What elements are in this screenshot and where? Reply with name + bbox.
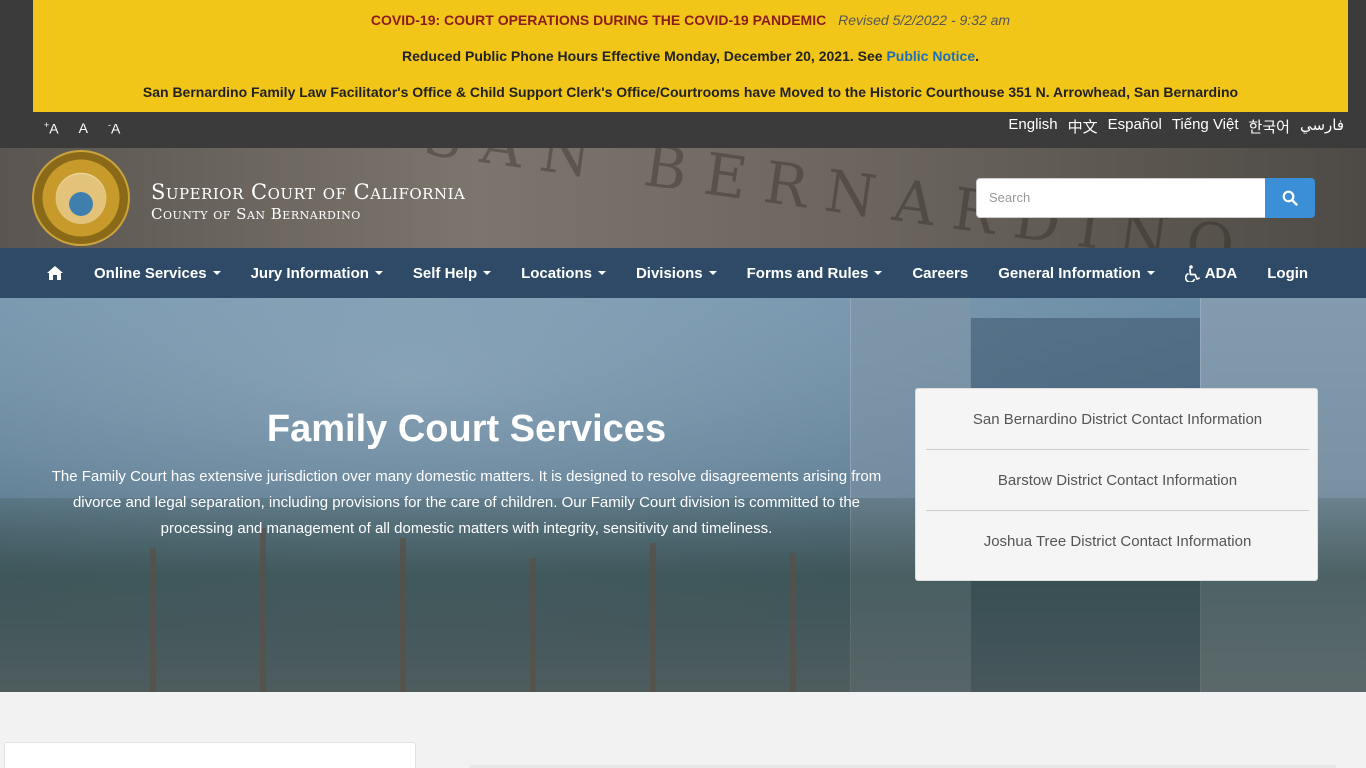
sidebar-panel (4, 742, 416, 768)
nav-ada[interactable]: ADA (1184, 264, 1238, 282)
chevron-down-icon (374, 271, 383, 275)
lang-chinese[interactable]: 中文 (1068, 116, 1098, 137)
palm-trunk (650, 543, 656, 692)
font-decrease-button[interactable]: -A (108, 120, 120, 137)
contact-joshua-tree-link[interactable]: Joshua Tree District Contact Information (926, 511, 1309, 572)
alert-line-1: COVID-19: COURT OPERATIONS DURING THE CO… (33, 12, 1348, 28)
nav-divisions-label: Divisions (635, 264, 703, 282)
hero-section: Family Court Services The Family Court h… (0, 298, 1366, 692)
nav-self-help-label: Self Help (412, 264, 478, 282)
chevron-down-icon (483, 271, 492, 275)
alert-phone-hours-text: Reduced Public Phone Hours Effective Mon… (401, 48, 883, 64)
district-contacts-panel: San Bernardino District Contact Informat… (915, 388, 1318, 581)
contact-san-bernardino-link[interactable]: San Bernardino District Contact Informat… (926, 389, 1309, 450)
nav-online-services[interactable]: Online Services (94, 265, 221, 282)
nav-general-information-label: General Information (998, 264, 1141, 282)
lang-korean[interactable]: 한국어 (1249, 116, 1290, 137)
page-description: The Family Court has extensive jurisdict… (51, 468, 882, 537)
palm-trunk (790, 553, 796, 692)
chevron-down-icon (597, 271, 606, 275)
chevron-down-icon (212, 271, 221, 275)
font-normal-button[interactable]: A (79, 120, 88, 137)
palm-trunk (260, 528, 266, 692)
nav-jury-information[interactable]: Jury Information (251, 265, 383, 282)
language-selector: English 中文 Español Tiếng Việt 한국어 فارسي (1008, 116, 1344, 137)
nav-careers[interactable]: Careers (912, 265, 968, 282)
nav-careers-label: Careers (912, 264, 969, 282)
seal-center (56, 174, 106, 224)
nav-general-information[interactable]: General Information (998, 265, 1155, 282)
nav-divisions[interactable]: Divisions (636, 265, 717, 282)
search-button[interactable] (1265, 178, 1315, 218)
alert-line-2-end: . (975, 48, 980, 64)
nav-online-services-label: Online Services (94, 264, 207, 282)
nav-login-label: Login (1267, 264, 1309, 282)
lang-vietnamese[interactable]: Tiếng Việt (1172, 116, 1239, 137)
nav-home[interactable] (46, 265, 64, 281)
font-increase-letter: A (49, 120, 59, 137)
alert-revised-date: Revised 5/2/2022 - 9:32 am (838, 12, 1011, 28)
wheelchair-icon (1184, 264, 1200, 282)
font-increase-button[interactable]: +A (44, 120, 59, 137)
nav-self-help[interactable]: Self Help (412, 264, 492, 282)
court-seal-logo[interactable] (32, 150, 130, 246)
lang-farsi[interactable]: فارسي (1300, 116, 1344, 137)
public-notice-link[interactable]: Public Notice (886, 48, 975, 64)
nav-locations-label: Locations (521, 264, 592, 282)
font-decrease-letter: A (110, 120, 121, 137)
nav-forms-and-rules[interactable]: Forms and Rules (747, 265, 883, 282)
search-icon (1282, 190, 1298, 206)
search-input[interactable]: Search (976, 178, 1266, 218)
nav-jury-information-label: Jury Information (250, 264, 369, 282)
lang-spanish[interactable]: Español (1108, 116, 1162, 137)
palm-trunk (530, 558, 536, 692)
main-navigation: Online Services Jury Information Self He… (0, 248, 1366, 298)
nav-login[interactable]: Login (1267, 265, 1308, 282)
utility-bar: +A A -A English 中文 Español Tiếng Việt 한국… (0, 112, 1366, 148)
nav-ada-label: ADA (1204, 264, 1238, 282)
page-title: Family Court Services (266, 408, 667, 450)
alert-covid-link[interactable]: COVID-19: COURT OPERATIONS DURING THE CO… (371, 12, 826, 28)
site-title[interactable]: Superior Court of California (151, 180, 465, 204)
palm-trunk (150, 548, 156, 692)
nav-locations[interactable]: Locations (521, 265, 606, 282)
alert-line-3: San Bernardino Family Law Facilitator's … (142, 84, 1239, 100)
chevron-down-icon (708, 271, 717, 275)
home-icon (47, 266, 63, 280)
site-header: SAN BERNARDINO Superior Court of Califor… (0, 148, 1366, 248)
chevron-down-icon (1146, 271, 1155, 275)
contact-barstow-link[interactable]: Barstow District Contact Information (926, 450, 1309, 511)
alert-line-2: Reduced Public Phone Hours Effective Mon… (33, 48, 1348, 64)
chevron-down-icon (874, 271, 883, 275)
lang-english[interactable]: English (1008, 116, 1057, 137)
covid-alert-banner: COVID-19: COURT OPERATIONS DURING THE CO… (33, 0, 1348, 112)
font-size-controls: +A A -A (44, 120, 120, 137)
nav-forms-and-rules-label: Forms and Rules (746, 264, 869, 282)
site-subtitle[interactable]: County of San Bernardino (151, 205, 361, 223)
palm-trunk (400, 538, 406, 692)
